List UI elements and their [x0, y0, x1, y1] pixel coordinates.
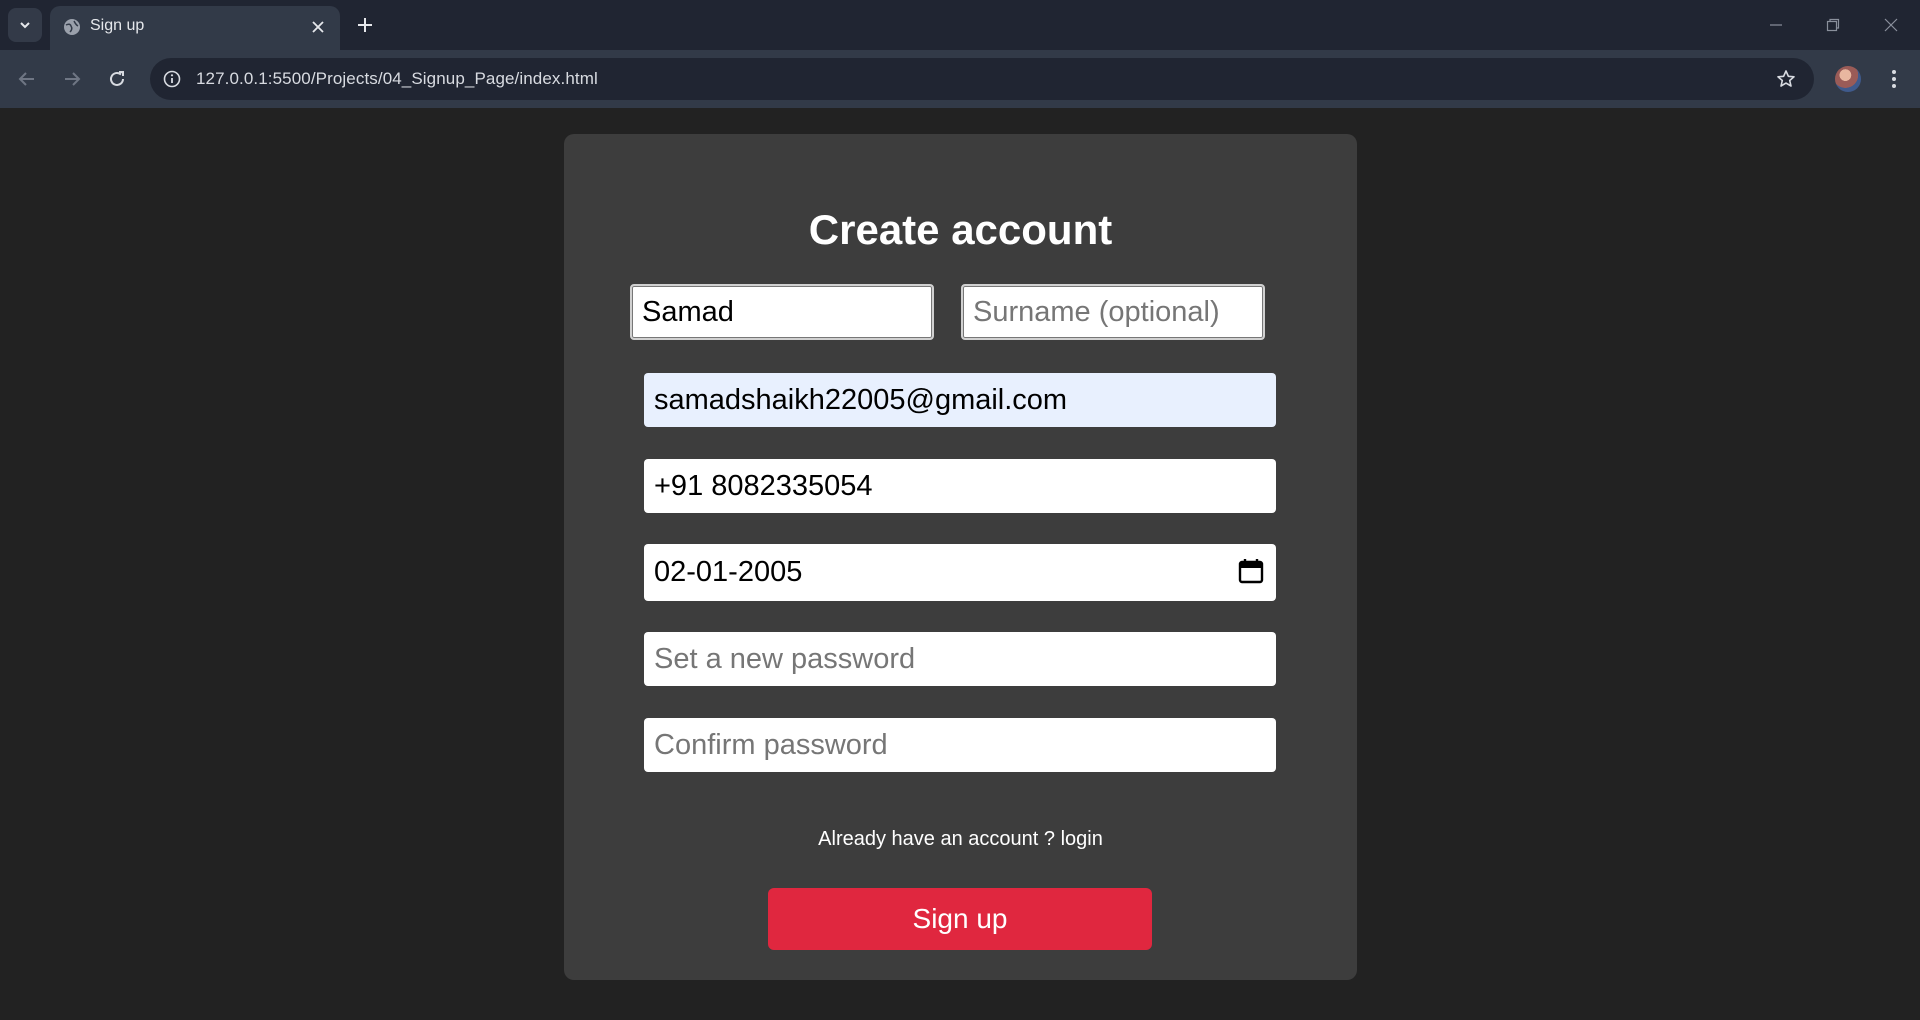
chevron-down-icon [20, 22, 30, 29]
minimize-icon [1770, 24, 1782, 26]
signup-card: Create account Samad Surname (optional) … [564, 134, 1357, 980]
signup-button[interactable]: Sign up [768, 888, 1152, 950]
url-text: 127.0.0.1:5500/Projects/04_Signup_Page/i… [196, 69, 598, 88]
calendar-icon[interactable] [1238, 558, 1264, 584]
restore-icon [1826, 18, 1840, 32]
info-icon [163, 70, 181, 88]
back-button[interactable] [10, 62, 44, 96]
confirm-password-placeholder: Confirm password [654, 728, 888, 761]
forward-button[interactable] [55, 62, 89, 96]
browser-toolbar: 127.0.0.1:5500/Projects/04_Signup_Page/i… [0, 50, 1920, 108]
email-input[interactable]: samadshaikh22005@gmail.com [644, 373, 1276, 427]
tab-search-button[interactable] [8, 8, 42, 42]
star-icon [1777, 70, 1795, 87]
tab-title: Sign up [90, 17, 145, 34]
surname-input[interactable]: Surname (optional) [961, 284, 1265, 340]
dob-value: 02-01-2005 [654, 556, 803, 588]
address-bar[interactable]: 127.0.0.1:5500/Projects/04_Signup_Page/i… [150, 58, 1814, 100]
close-icon [312, 21, 324, 33]
login-prompt-text: Already have an account ? [818, 828, 1061, 850]
browser-menu-button[interactable] [1880, 65, 1908, 93]
new-tab-button[interactable] [350, 10, 380, 40]
first-name-input[interactable]: Samad [630, 284, 934, 340]
first-name-value: Samad [642, 295, 734, 328]
new-password-placeholder: Set a new password [654, 642, 916, 675]
browser-tab-strip: Sign up [0, 0, 1920, 50]
site-info-button[interactable] [160, 67, 184, 91]
phone-input[interactable]: +91 8082335054 [644, 459, 1276, 513]
bookmark-button[interactable] [1774, 67, 1798, 91]
close-icon [1884, 18, 1898, 32]
profile-avatar[interactable] [1835, 66, 1861, 92]
globe-icon [64, 19, 80, 35]
minimize-button[interactable] [1758, 8, 1794, 42]
email-value: samadshaikh22005@gmail.com [654, 383, 1068, 416]
login-link[interactable]: login [1061, 828, 1103, 850]
tab-close-button[interactable] [306, 15, 330, 39]
surname-placeholder: Surname (optional) [973, 295, 1220, 328]
browser-tab[interactable]: Sign up [50, 6, 340, 50]
page-title: Create account [808, 206, 1113, 253]
plus-icon [358, 18, 372, 32]
login-prompt: Already have an account ? login [564, 828, 1357, 851]
reload-icon [110, 71, 124, 86]
kebab-menu-icon [1892, 70, 1896, 88]
forward-icon [65, 72, 81, 86]
close-window-button[interactable] [1873, 8, 1909, 42]
back-icon [18, 72, 34, 86]
new-password-input[interactable]: Set a new password [644, 632, 1276, 686]
date-of-birth-input[interactable]: 02-01-2005 [644, 544, 1276, 601]
reload-button[interactable] [100, 62, 134, 96]
phone-value: +91 8082335054 [654, 469, 873, 502]
restore-button[interactable] [1815, 8, 1851, 42]
confirm-password-input[interactable]: Confirm password [644, 718, 1276, 772]
